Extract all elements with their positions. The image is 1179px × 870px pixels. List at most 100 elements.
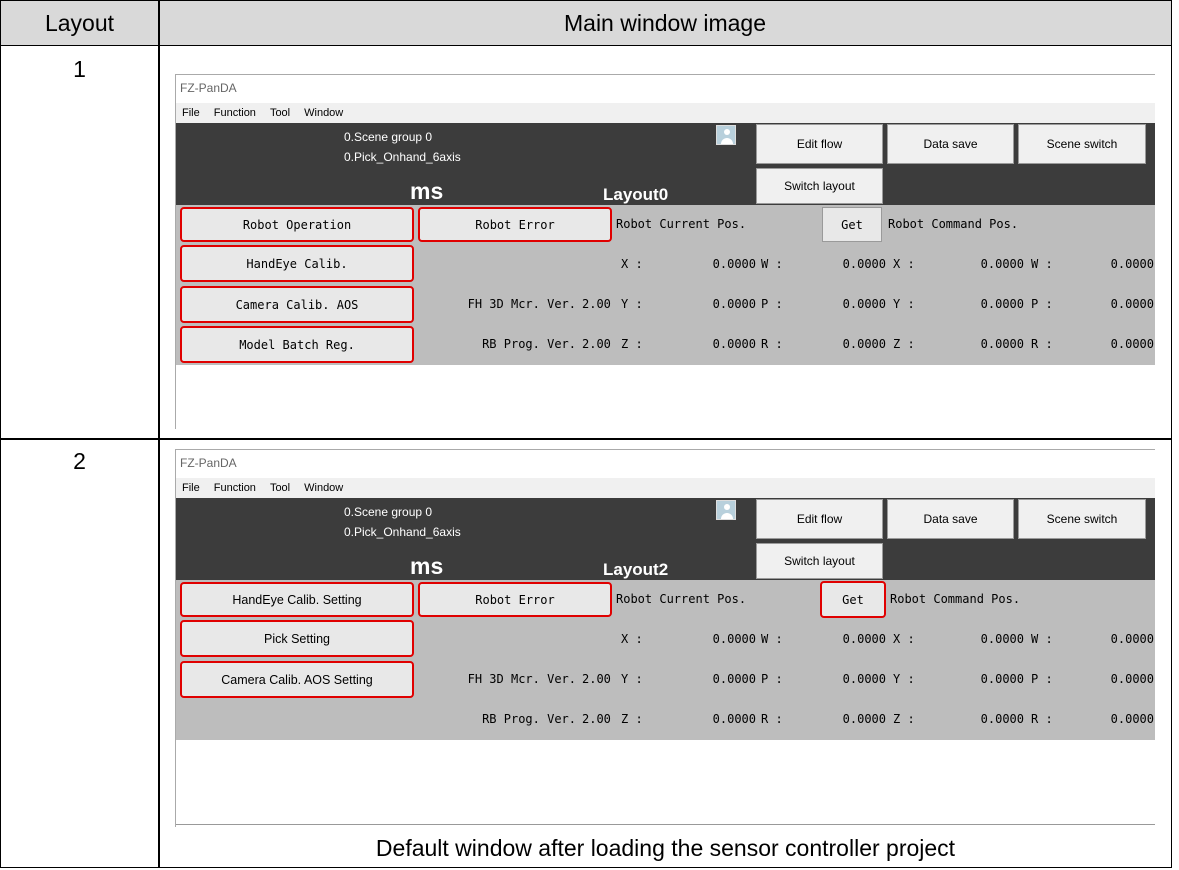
- robot-panel: HandEye Calib. Setting Robot Error Robot…: [176, 580, 1155, 740]
- axis-label: X :: [621, 257, 643, 271]
- status-panel: 0.Scene group 0 0.Pick_Onhand_6axis ms L…: [176, 123, 1155, 205]
- axis-label: R :: [1031, 712, 1053, 726]
- scene-switch-button[interactable]: Scene switch: [1018, 499, 1146, 539]
- command-w-value: 0.0000: [1110, 632, 1154, 646]
- scene-group-label: 0.Scene group 0: [344, 505, 433, 519]
- robot-error-button[interactable]: Robot Error: [418, 207, 612, 242]
- axis-label: Y :: [621, 297, 643, 311]
- axis-label: Z :: [621, 712, 643, 726]
- rb-version-label: RB Prog. Ver.: [482, 712, 576, 726]
- command-x-value: 0.0000: [980, 257, 1024, 271]
- command-r-value: 0.0000: [1110, 337, 1154, 351]
- menu-function[interactable]: Function: [214, 107, 256, 119]
- layout-name: Layout0: [603, 185, 669, 204]
- get-button[interactable]: Get: [822, 207, 882, 242]
- current-r-value: 0.0000: [842, 337, 886, 351]
- scene-label: 0.Pick_Onhand_6axis: [344, 525, 461, 539]
- user-icon[interactable]: [716, 500, 736, 520]
- axis-label: X :: [893, 257, 915, 271]
- fh-version-label: FH 3D Mcr. Ver.: [467, 297, 576, 311]
- command-w-value: 0.0000: [1110, 257, 1154, 271]
- command-p-value: 0.0000: [1110, 297, 1154, 311]
- menu-window[interactable]: Window: [304, 482, 343, 494]
- axis-label: X :: [621, 632, 643, 646]
- row-divider: [1, 438, 1171, 440]
- user-icon[interactable]: [716, 125, 736, 145]
- axis-label: W :: [1031, 257, 1053, 271]
- menu-file[interactable]: File: [182, 482, 200, 494]
- rb-version-value: 2.00: [582, 712, 611, 726]
- switch-layout-button[interactable]: Switch layout: [756, 543, 883, 579]
- menu-function[interactable]: Function: [214, 482, 256, 494]
- command-p-value: 0.0000: [1110, 672, 1154, 686]
- axis-label: P :: [761, 297, 783, 311]
- camera-calib-aos-button[interactable]: Camera Calib. AOS: [180, 286, 414, 323]
- fh-version-value: 2.00: [582, 297, 611, 311]
- menu-bar: File Function Tool Window: [176, 103, 1155, 123]
- app-window-layout2: FZ-PanDA File Function Tool Window 0.Sce…: [175, 449, 1155, 827]
- axis-label: R :: [761, 337, 783, 351]
- command-r-value: 0.0000: [1110, 712, 1154, 726]
- data-save-button[interactable]: Data save: [887, 124, 1014, 164]
- axis-label: R :: [1031, 337, 1053, 351]
- command-y-value: 0.0000: [980, 297, 1024, 311]
- axis-label: Z :: [621, 337, 643, 351]
- current-p-value: 0.0000: [842, 672, 886, 686]
- rb-version-value: 2.00: [582, 337, 611, 351]
- fh-version-value: 2.00: [582, 672, 611, 686]
- command-y-value: 0.0000: [980, 672, 1024, 686]
- caption: Default window after loading the sensor …: [375, 835, 956, 861]
- status-panel: 0.Scene group 0 0.Pick_Onhand_6axis ms L…: [176, 498, 1155, 580]
- data-save-button[interactable]: Data save: [887, 499, 1014, 539]
- scene-switch-button[interactable]: Scene switch: [1018, 124, 1146, 164]
- window-title: FZ-PanDA: [176, 75, 1155, 103]
- axis-label: W :: [761, 257, 783, 271]
- column-divider: [158, 1, 160, 867]
- axis-label: X :: [893, 632, 915, 646]
- axis-label: Y :: [893, 297, 915, 311]
- menu-tool[interactable]: Tool: [270, 107, 290, 119]
- pick-setting-button[interactable]: Pick Setting: [180, 620, 414, 657]
- window-blank-area: [176, 740, 1155, 827]
- menu-window[interactable]: Window: [304, 107, 343, 119]
- axis-label: R :: [761, 712, 783, 726]
- ms-label: ms: [410, 553, 444, 579]
- robot-current-pos-label: Robot Current Pos.: [616, 592, 747, 606]
- robot-error-button[interactable]: Robot Error: [418, 582, 612, 617]
- current-z-value: 0.0000: [712, 712, 756, 726]
- current-y-value: 0.0000: [712, 297, 756, 311]
- window-title: FZ-PanDA: [176, 450, 1155, 478]
- axis-label: Z :: [893, 337, 915, 351]
- scene-label: 0.Pick_Onhand_6axis: [344, 150, 461, 164]
- axis-label: Y :: [893, 672, 915, 686]
- menu-file[interactable]: File: [182, 107, 200, 119]
- current-x-value: 0.0000: [712, 257, 756, 271]
- current-p-value: 0.0000: [842, 297, 886, 311]
- camera-calib-aos-setting-button[interactable]: Camera Calib. AOS Setting: [180, 661, 414, 698]
- current-x-value: 0.0000: [712, 632, 756, 646]
- scene-group-label: 0.Scene group 0: [344, 130, 433, 144]
- axis-label: P :: [761, 672, 783, 686]
- menu-tool[interactable]: Tool: [270, 482, 290, 494]
- header-main-window-image: Main window image: [564, 10, 766, 36]
- switch-layout-button[interactable]: Switch layout: [756, 168, 883, 204]
- robot-operation-button[interactable]: Robot Operation: [180, 207, 414, 242]
- row-number-1: 1: [73, 56, 86, 82]
- command-x-value: 0.0000: [980, 632, 1024, 646]
- header-layout: Layout: [44, 10, 115, 36]
- menu-bar: File Function Tool Window: [176, 478, 1155, 498]
- handeye-calib-setting-button[interactable]: HandEye Calib. Setting: [180, 582, 414, 617]
- current-z-value: 0.0000: [712, 337, 756, 351]
- handeye-calib-button[interactable]: HandEye Calib.: [180, 245, 414, 282]
- current-w-value: 0.0000: [842, 632, 886, 646]
- get-button[interactable]: Get: [820, 581, 886, 618]
- axis-label: P :: [1031, 672, 1053, 686]
- current-w-value: 0.0000: [842, 257, 886, 271]
- window-bottom-edge: [176, 824, 1155, 825]
- robot-panel: Robot Operation Robot Error Robot Curren…: [176, 205, 1155, 365]
- layout-name: Layout2: [603, 560, 669, 579]
- model-batch-reg-button[interactable]: Model Batch Reg.: [180, 326, 414, 363]
- app-window-layout0: FZ-PanDA File Function Tool Window 0.Sce…: [175, 74, 1155, 429]
- edit-flow-button[interactable]: Edit flow: [756, 499, 883, 539]
- edit-flow-button[interactable]: Edit flow: [756, 124, 883, 164]
